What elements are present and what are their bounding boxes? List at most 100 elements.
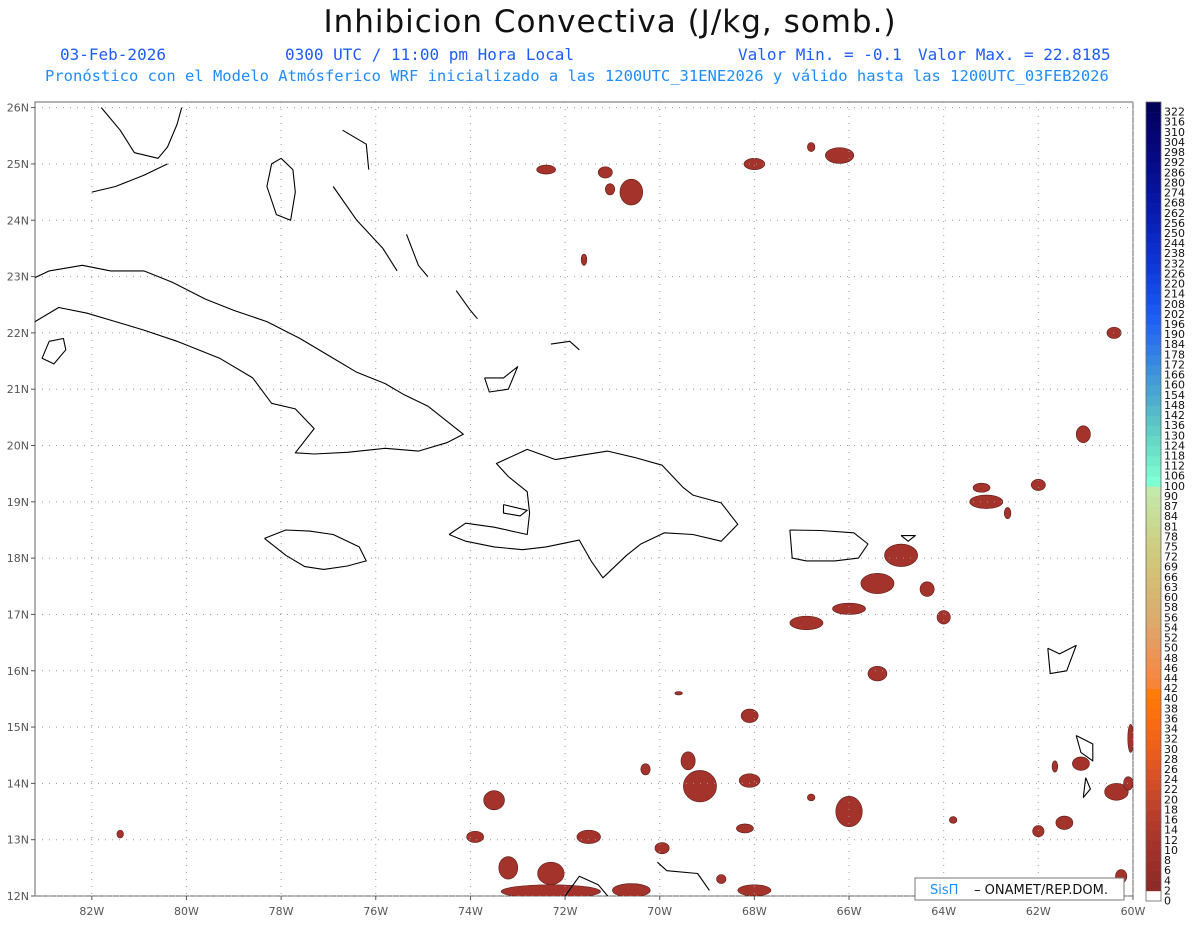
colorbar-swatch <box>1146 547 1161 558</box>
colorbar-swatch <box>1146 597 1161 608</box>
colorbar-swatch <box>1146 395 1161 406</box>
cin-region <box>1055 815 1074 830</box>
cin-region <box>683 770 717 803</box>
colorbar-swatch <box>1146 809 1161 821</box>
x-tick-label: 80W <box>174 905 199 918</box>
cin-region <box>936 610 951 625</box>
y-tick-label: 20N <box>7 440 29 453</box>
colorbar-swatch <box>1146 122 1161 133</box>
cin-region <box>680 751 696 771</box>
colorbar-swatch <box>1146 486 1161 497</box>
x-tick-label: 76W <box>363 905 388 918</box>
colorbar-swatch <box>1146 860 1161 871</box>
colorbar-swatch <box>1146 203 1161 214</box>
colorbar-swatch <box>1146 496 1161 507</box>
y-tick-label: 13N <box>7 834 29 847</box>
colorbar-swatch <box>1146 405 1161 416</box>
forecast-time: 0300 UTC / 11:00 pm Hora Local <box>285 45 574 64</box>
y-tick-label: 18N <box>7 552 29 565</box>
colorbar-swatch <box>1146 112 1161 123</box>
cin-region <box>825 147 855 164</box>
colorbar-swatch <box>1146 749 1161 760</box>
colorbar-swatch <box>1146 729 1161 740</box>
cin-region <box>738 773 761 788</box>
credit-text: – ONAMET/REP.DOM. <box>974 883 1108 898</box>
colorbar-swatch <box>1146 233 1161 244</box>
colorbar-swatch <box>1146 880 1161 892</box>
colorbar-swatch <box>1146 102 1161 113</box>
forecast-subtitle: Pronóstico con el Modelo Atmósferico WRF… <box>45 67 1109 85</box>
cin-region <box>736 823 754 834</box>
colorbar-swatch <box>1146 172 1161 184</box>
chart-title: Inhibicion Convectiva (J/kg, somb.) <box>323 4 896 40</box>
colorbar-swatch <box>1146 688 1161 700</box>
colorbar-swatch <box>1146 668 1161 679</box>
x-tick-label: 82W <box>79 905 104 918</box>
colorbar-swatch <box>1146 324 1161 335</box>
cin-region <box>1032 825 1045 838</box>
max-value: Valor Max. = 22.8185 <box>918 45 1111 64</box>
colorbar-swatch <box>1146 617 1161 629</box>
cin-region <box>1123 776 1133 791</box>
cin-region <box>807 793 816 802</box>
cin-region <box>483 790 505 811</box>
cin-region <box>740 708 759 723</box>
colorbar-swatch <box>1146 739 1161 750</box>
x-tick-label: 72W <box>553 905 578 918</box>
y-tick-label: 26N <box>7 102 29 115</box>
cin-region <box>604 183 616 196</box>
x-tick-label: 60W <box>1121 905 1146 918</box>
colorbar-swatch <box>1146 243 1161 255</box>
x-tick-label: 78W <box>269 905 294 918</box>
y-tick-label: 23N <box>7 271 29 284</box>
colorbar-swatch <box>1146 799 1161 811</box>
cin-region <box>619 178 643 206</box>
cin-region <box>536 164 556 175</box>
x-tick-label: 74W <box>458 905 483 918</box>
colorbar-swatch <box>1146 142 1161 153</box>
colorbar-swatch <box>1146 213 1161 224</box>
colorbar-swatch <box>1146 132 1161 143</box>
y-tick-label: 14N <box>7 777 29 790</box>
colorbar-swatch <box>1146 890 1161 902</box>
colorbar-label: 322 <box>1164 106 1185 119</box>
cin-region <box>640 763 651 776</box>
colorbar-swatch <box>1146 870 1161 882</box>
cin-region <box>743 158 766 170</box>
y-tick-label: 12N <box>7 890 29 903</box>
colorbar-swatch <box>1146 253 1161 265</box>
colorbar-swatch <box>1146 466 1161 477</box>
cin-region <box>654 842 670 855</box>
colorbar-swatch <box>1146 789 1161 801</box>
cin-region <box>1003 507 1012 520</box>
x-tick-label: 62W <box>1026 905 1051 918</box>
colorbar-swatch <box>1146 284 1161 295</box>
colorbar-swatch <box>1146 476 1161 487</box>
colorbar-swatch <box>1146 162 1161 174</box>
colorbar-swatch <box>1146 658 1161 669</box>
colorbar-swatch <box>1146 223 1161 234</box>
forecast-date: 03-Feb-2026 <box>60 45 166 64</box>
colorbar-swatch <box>1146 830 1161 841</box>
y-tick-label: 16N <box>7 665 29 678</box>
cin-region <box>537 861 565 886</box>
colorbar-swatch <box>1146 840 1161 851</box>
sispi-logo: SisΠ <box>930 883 958 898</box>
cin-region <box>972 482 991 493</box>
cin-region <box>969 494 1004 509</box>
cin-region <box>832 602 866 615</box>
cin-region <box>576 829 601 844</box>
cin-region <box>919 581 935 597</box>
colorbar-swatch <box>1146 375 1161 386</box>
colorbar-swatch <box>1146 698 1161 710</box>
cin-region <box>1072 756 1090 771</box>
colorbar-swatch <box>1146 344 1161 356</box>
cin-region <box>1106 326 1122 339</box>
colorbar-swatch <box>1146 769 1161 780</box>
cin-region <box>835 796 863 828</box>
colorbar-swatch <box>1146 587 1161 598</box>
colorbar-swatch <box>1146 364 1161 376</box>
colorbar-swatch <box>1146 182 1161 194</box>
colorbar-swatch <box>1146 557 1161 568</box>
cin-region <box>597 166 613 179</box>
